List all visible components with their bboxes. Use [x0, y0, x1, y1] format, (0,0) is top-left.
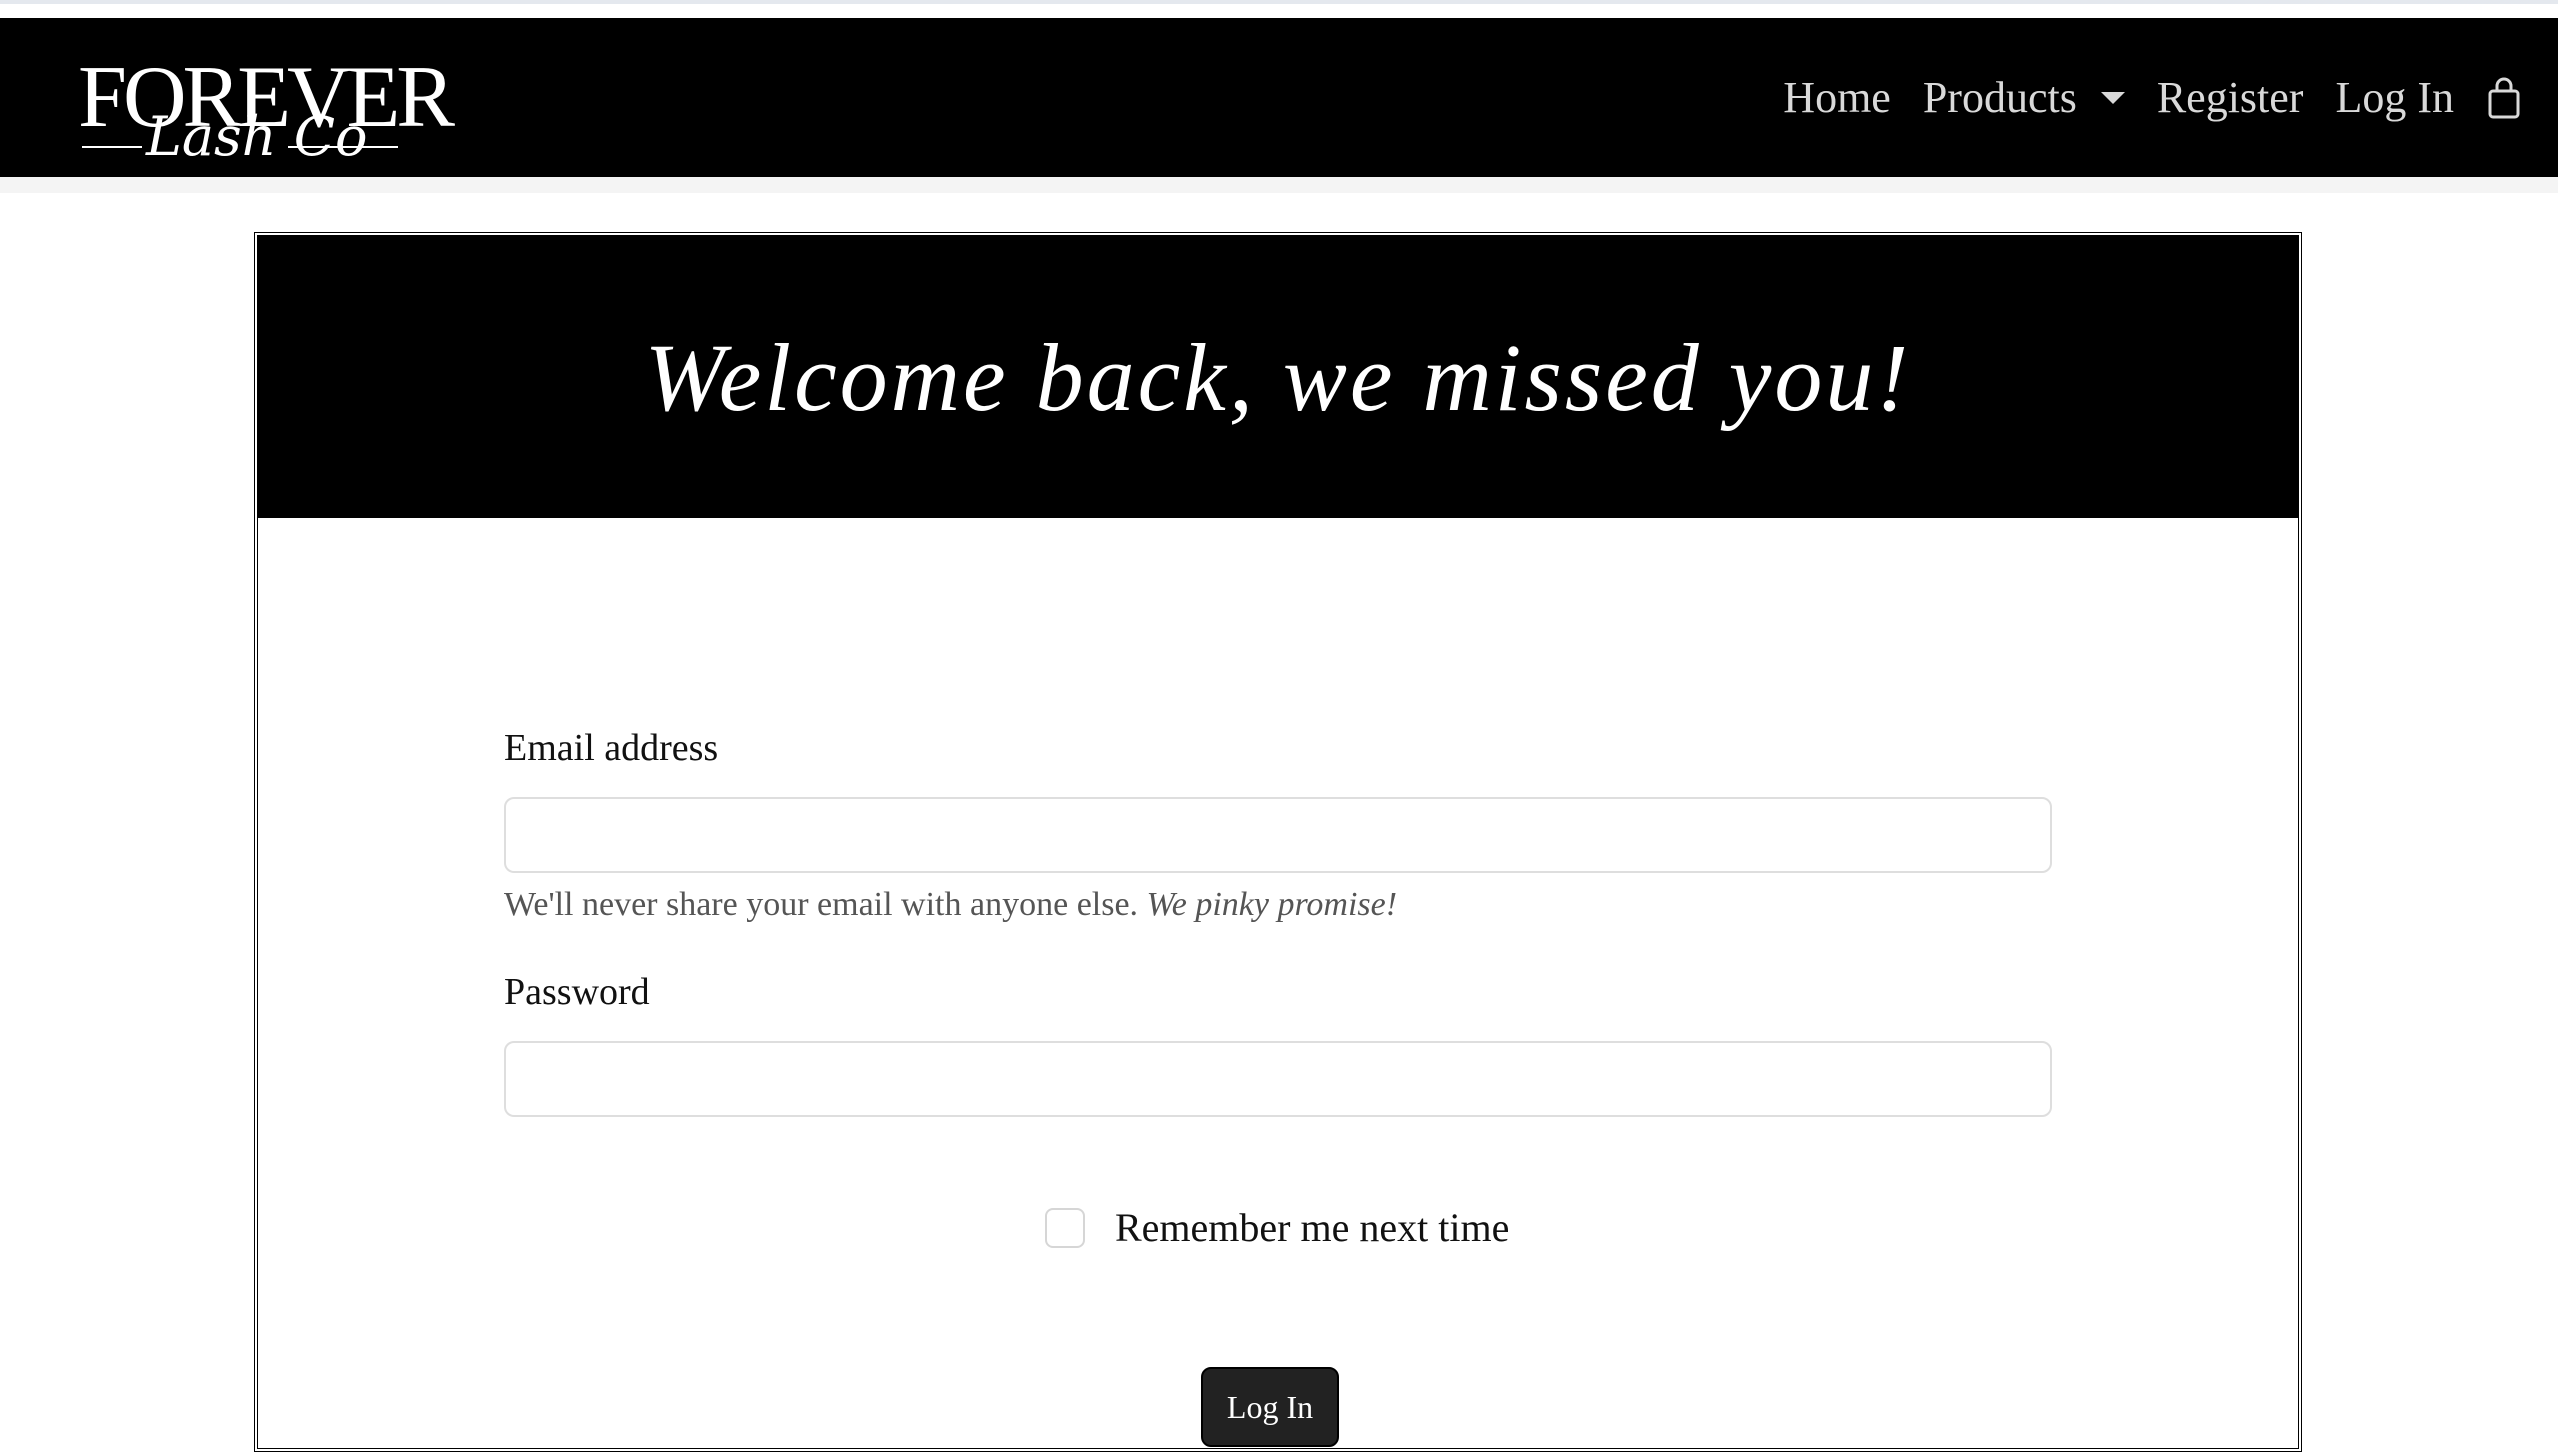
- logo-script: Lash Co: [146, 105, 368, 168]
- shopping-bag-icon[interactable]: [2486, 75, 2522, 121]
- page-title: Welcome back, we missed you!: [644, 323, 1912, 431]
- remember-me-checkbox[interactable]: [1045, 1207, 1085, 1248]
- browser-top-strip: [0, 0, 2558, 18]
- nav-register-link[interactable]: Register: [2141, 72, 2320, 123]
- email-label: Email address: [504, 727, 719, 769]
- nav-products-dropdown[interactable]: Products: [1907, 72, 2141, 123]
- email-field[interactable]: [504, 797, 2052, 873]
- remember-me-label[interactable]: Remember me next time: [1115, 1204, 1509, 1251]
- password-field[interactable]: [504, 1041, 2052, 1117]
- login-submit-button[interactable]: Log In: [1201, 1367, 1339, 1447]
- nav-products-label: Products: [1922, 73, 2077, 122]
- email-help-text: We'll never share your email with anyone…: [504, 886, 1397, 924]
- brand-logo[interactable]: FOREVER Lash Co: [78, 48, 455, 183]
- nav-home-link[interactable]: Home: [1767, 72, 1907, 123]
- caret-down-icon: [2100, 91, 2125, 104]
- login-card-header: Welcome back, we missed you!: [258, 236, 2298, 518]
- password-label: Password: [504, 971, 650, 1013]
- nav-links: Home Products Register Log In: [1767, 18, 2558, 177]
- logo-underline-left: [82, 146, 142, 148]
- email-help-main: We'll never share your email with anyone…: [504, 886, 1139, 923]
- remember-me-row: Remember me next time: [1045, 1204, 1509, 1251]
- logo-underline-right: [288, 146, 398, 148]
- email-help-emphasis: We pinky promise!: [1146, 886, 1398, 923]
- nav-login-link[interactable]: Log In: [2319, 72, 2470, 123]
- navbar-shadow-strip: [0, 177, 2558, 193]
